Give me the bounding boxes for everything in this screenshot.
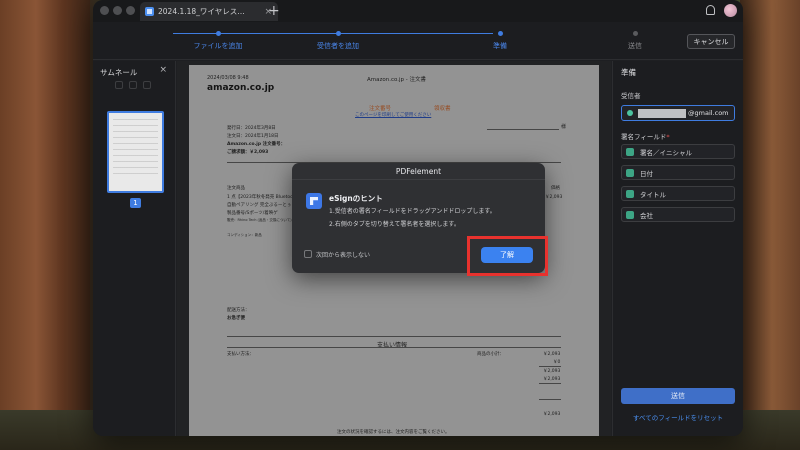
recipient-select[interactable]: @gmail.com [621,105,735,121]
delete-page-icon[interactable] [143,81,151,89]
dialog-instruction: 2.右側のタブを切り替えて署名者を選択します。 [329,221,460,228]
rotate-right-icon[interactable] [129,81,137,89]
recipient-label: 受信者 [621,92,641,100]
document-tab-title: 2024.1.18_ワイヤレス… [158,7,245,16]
background-tree-left [0,0,90,450]
dialog-heading: eSignのヒント [329,194,383,203]
field-color-swatch [626,210,634,219]
recipient-email: @gmail.com [688,109,729,117]
send-button[interactable]: 送信 [621,388,735,404]
redacted-email [638,109,686,118]
field-label: 日付 [640,169,653,178]
field-color-swatch [626,189,634,198]
field-color-swatch [626,168,634,177]
step-dot [497,31,503,36]
cancel-button[interactable]: キャンセル [687,34,735,49]
recipient-color-dot [627,110,633,116]
step-add-file: ファイルを追加 [173,31,263,51]
page-number-badge: 1 [130,198,141,208]
reset-fields-link[interactable]: すべてのフィールドをリセット [621,412,735,422]
step-label: 送信 [628,42,642,50]
sidebar-title: サムネール [100,68,138,77]
field-label: 署名／イニシャル [640,148,692,157]
field-title[interactable]: タイトル [621,186,735,201]
panel-title: 準備 [621,68,636,77]
step-label: ファイルを追加 [193,42,243,50]
dialog-instruction: 1.受信者の署名フィールドをドラッグアンドドロップします。 [329,208,496,215]
step-label: 受信者を追加 [317,42,359,50]
prepare-panel: 準備 受信者 @gmail.com 署名フィールド* 署名／イニシャル 日付 タ… [612,61,743,436]
dont-show-again-checkbox[interactable] [304,250,312,258]
page-thumbnail[interactable] [107,111,164,193]
close-window-button[interactable] [100,6,109,15]
field-color-swatch [626,147,634,156]
minimize-window-button[interactable] [113,6,122,15]
step-dot [335,31,341,36]
title-bar: 2024.1.18_ワイヤレス… × + [93,0,743,22]
field-company[interactable]: 会社 [621,207,735,222]
step-add-recipient: 受信者を追加 [293,31,383,51]
thumbnail-sidebar: サムネール × 1 [93,61,176,436]
step-prepare: 準備 [455,31,545,51]
step-dot [632,31,638,36]
rotate-left-icon[interactable] [115,81,123,89]
step-label: 準備 [493,42,507,50]
dialog-title: PDFelement [292,163,545,180]
annotation-highlight-box [467,236,548,276]
signature-fields-label: 署名フィールド* [621,133,670,141]
pdfelement-logo-icon [306,193,322,209]
field-signature-initial[interactable]: 署名／イニシャル [621,144,735,159]
new-tab-button[interactable]: + [268,3,280,19]
dont-show-again-label[interactable]: 次回から表示しない [316,250,370,259]
step-dot [215,31,221,36]
document-tab-icon [145,7,154,16]
avatar[interactable] [724,4,737,17]
zoom-window-button[interactable] [126,6,135,15]
step-send: 送信 [590,31,680,51]
bell-icon[interactable] [706,5,715,15]
step-progress-bar: ファイルを追加 受信者を追加 準備 送信 キャンセル [93,22,743,60]
field-label: 会社 [640,211,653,220]
field-date[interactable]: 日付 [621,165,735,180]
sidebar-close-icon[interactable]: × [159,65,167,75]
document-tab[interactable]: 2024.1.18_ワイヤレス… × [140,2,278,21]
thumbnail-preview [113,119,158,179]
field-label: タイトル [640,190,666,199]
sidebar-toolbar [115,81,151,89]
